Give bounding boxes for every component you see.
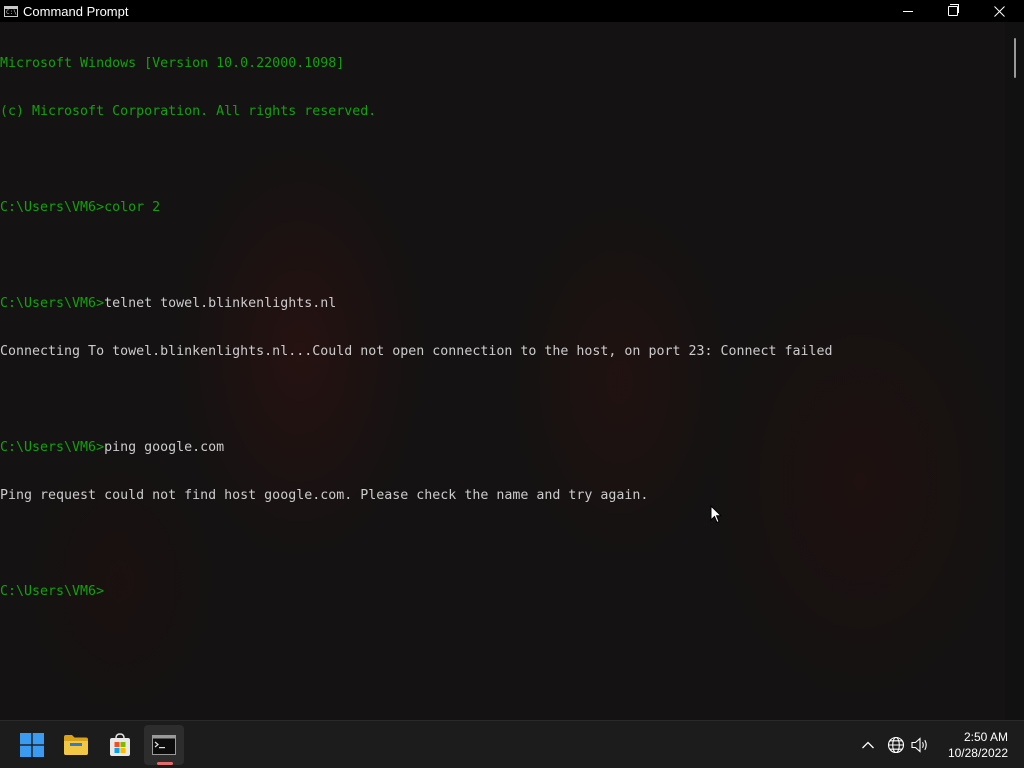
chevron-up-icon — [862, 741, 874, 749]
command-prompt-taskbar-button[interactable] — [144, 725, 184, 765]
console-text: Microsoft Windows [Version 10.0.22000.10… — [0, 56, 345, 71]
active-app-indicator — [157, 762, 173, 765]
windows-logo-icon — [20, 733, 44, 757]
cmd-icon-glyph: C:\ — [6, 8, 17, 16]
restore-button[interactable] — [930, 0, 976, 22]
console-line-telnet-cmd: C:\Users\VM6>telnet towel.blinkenlights.… — [0, 296, 1005, 312]
store-icon — [110, 733, 130, 756]
microsoft-store-button[interactable] — [100, 725, 140, 765]
console-line-color-cmd: C:\Users\VM6>color 2 — [0, 200, 1005, 216]
console-command: telnet towel.blinkenlights.nl — [104, 296, 337, 311]
console-line-ping-cmd: C:\Users\VM6>ping google.com — [0, 440, 1005, 456]
console-output[interactable]: Microsoft Windows [Version 10.0.22000.10… — [0, 24, 1005, 720]
start-button[interactable] — [12, 725, 52, 765]
close-icon — [993, 5, 1005, 17]
speaker-icon — [911, 737, 927, 753]
console-line-ping-output: Ping request could not find host google.… — [0, 488, 1005, 504]
title-bar[interactable]: C:\ Command Prompt — [0, 0, 1024, 22]
console-output-text: Ping request could not find host google.… — [0, 488, 649, 503]
close-button[interactable] — [976, 0, 1022, 22]
console-line-copyright: (c) Microsoft Corporation. All rights re… — [0, 104, 1005, 120]
minimize-button[interactable] — [885, 0, 931, 22]
folder-icon — [64, 735, 88, 755]
console-line-telnet-output: Connecting To towel.blinkenlights.nl...C… — [0, 344, 1005, 360]
window-title: Command Prompt — [23, 3, 129, 19]
console-prompt: C:\Users\VM6> — [0, 584, 105, 599]
volume-button[interactable] — [910, 735, 930, 755]
restore-icon — [948, 4, 959, 16]
console-command: ping google.com — [104, 440, 225, 455]
clock-date: 10/28/2022 — [947, 746, 1008, 760]
show-hidden-icons-button[interactable] — [858, 735, 878, 755]
scrollbar-thumb[interactable] — [1014, 38, 1016, 78]
console-line-current-prompt[interactable]: C:\Users\VM6> — [0, 584, 1005, 600]
taskbar-clock[interactable]: 2:50 AM 10/28/2022 — [940, 729, 1008, 761]
command-prompt-window[interactable]: C:\ Command Prompt Microsoft Windows [Ve… — [0, 0, 1024, 720]
console-output-text: Connecting To towel.blinkenlights.nl...C… — [0, 344, 833, 359]
mouse-pointer-icon — [710, 504, 723, 530]
console-text: C:\Users\VM6>color 2 — [0, 200, 161, 215]
terminal-icon — [152, 735, 176, 755]
network-status-button[interactable] — [886, 735, 906, 755]
console-prompt: C:\Users\VM6> — [0, 440, 105, 455]
file-explorer-button[interactable] — [56, 725, 96, 765]
console-prompt: C:\Users\VM6> — [0, 296, 105, 311]
vertical-scrollbar[interactable] — [1005, 22, 1024, 720]
minimize-icon — [903, 10, 913, 12]
console-text: (c) Microsoft Corporation. All rights re… — [0, 104, 377, 119]
taskbar: 2:50 AM 10/28/2022 — [0, 720, 1024, 768]
globe-icon — [887, 736, 905, 754]
console-line-version: Microsoft Windows [Version 10.0.22000.10… — [0, 56, 1005, 72]
cmd-icon: C:\ — [4, 5, 18, 17]
clock-time: 2:50 AM — [963, 730, 1008, 744]
